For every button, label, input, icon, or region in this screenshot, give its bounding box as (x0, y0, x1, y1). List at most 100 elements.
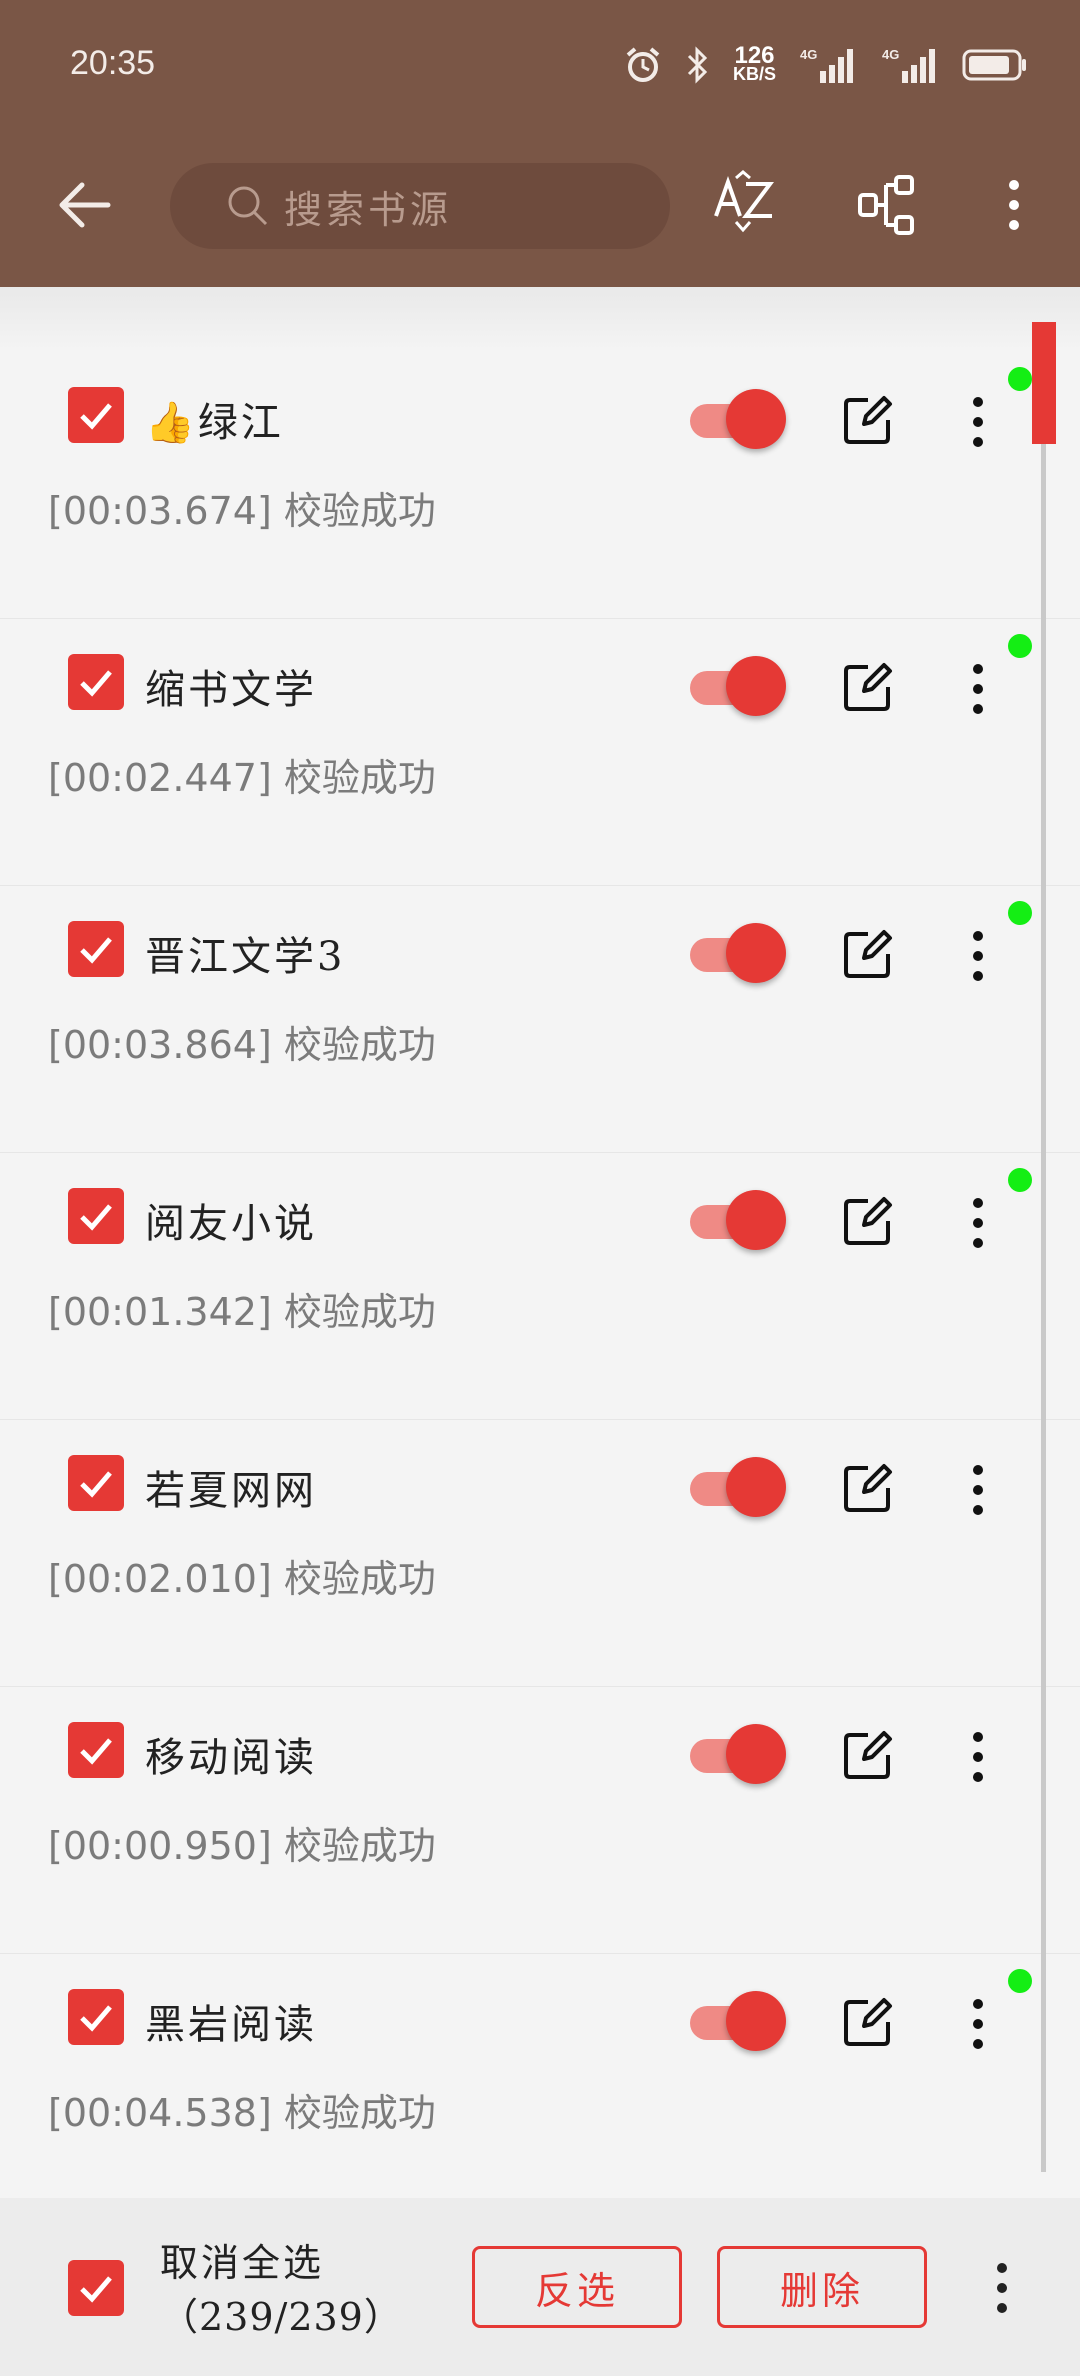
more-vert-icon (973, 931, 983, 981)
signal-icon-1: 4G (798, 45, 858, 85)
overflow-menu-button[interactable] (974, 165, 1054, 245)
source-name: 缩书文学 (145, 667, 317, 713)
source-row[interactable]: 👍绿江 [00:03.674] 校验成功 (0, 352, 1080, 619)
edit-icon (844, 663, 892, 711)
edit-icon (844, 1998, 892, 2046)
svg-text:4G: 4G (882, 47, 899, 62)
source-row[interactable]: 阅友小说 [00:01.342] 校验成功 (0, 1153, 1080, 1420)
bottom-bar: 取消全选 （239/239） 反选 删除 (0, 2198, 1080, 2376)
source-row[interactable]: 移动阅读 [00:00.950] 校验成功 (0, 1687, 1080, 1954)
source-name: 晋江文学3 (145, 934, 346, 980)
online-indicator (1008, 901, 1032, 925)
edit-button[interactable] (840, 1193, 896, 1249)
az-sort-icon (714, 170, 774, 233)
row-more-button[interactable] (948, 1455, 1008, 1525)
edit-icon (844, 1197, 892, 1245)
scrollbar-track[interactable] (1041, 322, 1046, 2172)
status-bar: 20:35 126 KB/S 4G 4G (0, 0, 1080, 130)
row-more-button[interactable] (948, 921, 1008, 991)
source-status: [00:03.864] 校验成功 (48, 1023, 436, 1067)
online-indicator (1008, 367, 1032, 391)
edit-button[interactable] (840, 1460, 896, 1516)
source-emoji: 👍 (145, 400, 198, 446)
source-list: 👍绿江 [00:03.674] 校验成功 缩书文学 [00:02.447] 校验… (0, 352, 1080, 2221)
app-header: 20:35 126 KB/S 4G 4G 搜索书源 (0, 0, 1080, 287)
bluetooth-icon (685, 45, 711, 85)
more-vert-icon (1009, 180, 1019, 230)
edit-button[interactable] (840, 926, 896, 982)
select-all-label[interactable]: 取消全选 （239/239） (160, 2236, 403, 2344)
edit-icon (844, 1464, 892, 1512)
back-arrow-icon (59, 182, 111, 228)
edit-button[interactable] (840, 1727, 896, 1783)
check-icon (80, 670, 112, 697)
row-more-button[interactable] (948, 1989, 1008, 2059)
net-speed: 126 KB/S (732, 42, 776, 84)
check-icon (80, 403, 112, 430)
edit-button[interactable] (840, 392, 896, 448)
row-more-button[interactable] (948, 387, 1008, 457)
check-icon (80, 2276, 112, 2303)
status-icons: 126 KB/S 4G 4G (623, 40, 1028, 90)
back-button[interactable] (48, 175, 120, 235)
row-checkbox[interactable] (68, 1722, 124, 1778)
source-name: 移动阅读 (145, 1735, 317, 1781)
row-checkbox[interactable] (68, 654, 124, 710)
source-status: [00:04.538] 校验成功 (48, 2091, 436, 2135)
edit-button[interactable] (840, 1994, 896, 2050)
edit-icon (844, 1731, 892, 1779)
more-vert-icon (973, 1198, 983, 1248)
invert-selection-button[interactable]: 反选 (472, 2246, 682, 2328)
source-name: 黑岩阅读 (145, 2002, 317, 2048)
source-status: [00:01.342] 校验成功 (48, 1290, 436, 1334)
search-input[interactable]: 搜索书源 (170, 163, 670, 249)
source-row[interactable]: 若夏网网 [00:02.010] 校验成功 (0, 1420, 1080, 1687)
more-vert-icon (973, 397, 983, 447)
edit-icon (844, 930, 892, 978)
alarm-icon (623, 45, 663, 85)
row-checkbox[interactable] (68, 1188, 124, 1244)
row-checkbox[interactable] (68, 387, 124, 443)
toolbar: 搜索书源 (0, 145, 1080, 265)
edit-button[interactable] (840, 659, 896, 715)
source-name: 阅友小说 (145, 1201, 317, 1247)
source-row[interactable]: 黑岩阅读 [00:04.538] 校验成功 (0, 1954, 1080, 2221)
more-vert-icon (973, 1999, 983, 2049)
enable-toggle[interactable] (690, 654, 790, 718)
source-status: [00:03.674] 校验成功 (48, 489, 436, 533)
row-checkbox[interactable] (68, 1989, 124, 2045)
enable-toggle[interactable] (690, 921, 790, 985)
source-status: [00:02.447] 校验成功 (48, 756, 436, 800)
list-top-shadow (0, 287, 1080, 351)
enable-toggle[interactable] (690, 1722, 790, 1786)
bottom-more-button[interactable] (972, 2253, 1032, 2323)
check-icon (80, 2005, 112, 2032)
group-icon (858, 175, 914, 235)
row-checkbox[interactable] (68, 921, 124, 977)
edit-icon (844, 396, 892, 444)
online-indicator (1008, 1168, 1032, 1192)
svg-text:4G: 4G (800, 47, 817, 62)
row-more-button[interactable] (948, 1188, 1008, 1258)
more-vert-icon (997, 2263, 1007, 2313)
enable-toggle[interactable] (690, 387, 790, 451)
row-more-button[interactable] (948, 654, 1008, 724)
source-name: 👍绿江 (145, 400, 284, 446)
more-vert-icon (973, 1732, 983, 1782)
signal-icon-2: 4G (880, 45, 940, 85)
group-button[interactable] (848, 165, 928, 245)
enable-toggle[interactable] (690, 1989, 790, 2053)
source-row[interactable]: 晋江文学3 [00:03.864] 校验成功 (0, 886, 1080, 1153)
check-icon (80, 1738, 112, 1765)
enable-toggle[interactable] (690, 1455, 790, 1519)
search-placeholder: 搜索书源 (284, 187, 453, 232)
online-indicator (1008, 634, 1032, 658)
row-checkbox[interactable] (68, 1455, 124, 1511)
enable-toggle[interactable] (690, 1188, 790, 1252)
source-row[interactable]: 缩书文学 [00:02.447] 校验成功 (0, 619, 1080, 886)
scrollbar-thumb[interactable] (1032, 322, 1056, 444)
delete-button[interactable]: 删除 (717, 2246, 927, 2328)
row-more-button[interactable] (948, 1722, 1008, 1792)
sort-button[interactable] (705, 165, 785, 245)
select-all-checkbox[interactable] (68, 2260, 124, 2316)
